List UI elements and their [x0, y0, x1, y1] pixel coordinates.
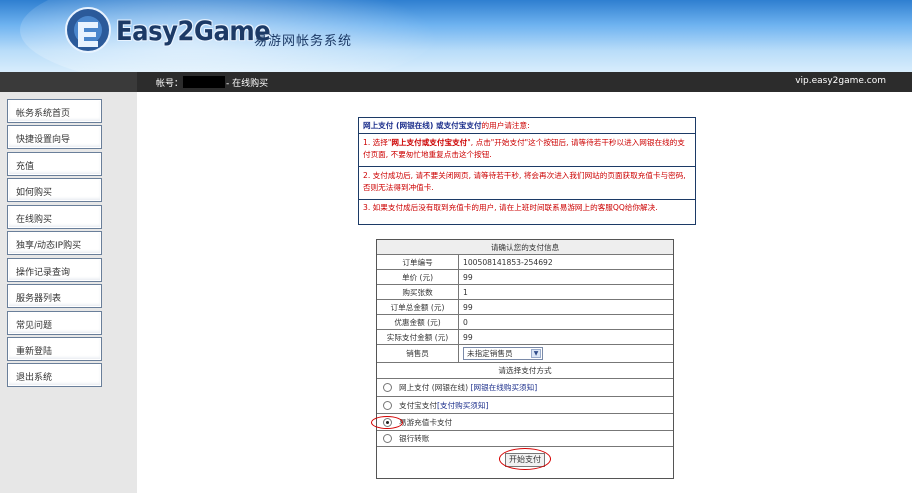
method-label: 银行转账: [399, 434, 430, 443]
table-row: 订单编号 100508141853-254692: [377, 254, 673, 269]
account-label: 帐号：: [156, 79, 184, 89]
payment-method-card[interactable]: 易游充值卡支付: [377, 413, 673, 430]
seller-selected-value: 未指定销售员: [467, 349, 513, 358]
payment-method-online-bank[interactable]: 网上支付 (网银在线) [网银在线购买须知]: [377, 378, 673, 396]
sidebar-item-label: 重新登陆: [16, 347, 53, 357]
row-label: 订单编号: [377, 255, 459, 269]
table-row: 销售员 未指定销售员 ▼: [377, 344, 673, 362]
order-number: 100508141853-254692: [463, 257, 553, 267]
notice-item-1-bold: 网上支付或支付宝支付: [391, 138, 468, 147]
row-label: 订单总金额 (元): [377, 300, 459, 314]
sidebar-item-label: 充值: [16, 162, 35, 172]
brand-name: Easy2Game: [116, 16, 271, 47]
unit-price: 99: [463, 272, 473, 282]
breadcrumb-current: - 在线购买: [226, 79, 269, 89]
sidebar-item-relogin[interactable]: 重新登陆: [7, 337, 102, 361]
row-label: 购买张数: [377, 285, 459, 299]
sidebar-item-dedicated-ip[interactable]: 独享/动态IP购买: [7, 231, 102, 255]
sidebar-item-label: 常见问题: [16, 321, 53, 331]
sidebar-item-label: 服务器列表: [16, 294, 62, 304]
notice-heading-bold: 网上支付 (网银在线) 或支付宝支付: [363, 121, 482, 130]
notice-heading-rest: 的用户请注意:: [481, 121, 530, 130]
payment-info-title: 请确认您的支付信息: [377, 240, 673, 254]
table-row: 实际支付金额 (元) 99: [377, 329, 673, 344]
notice-item-1: 1. 选择"网上支付或支付宝支付", 点击"开始支付"这个按钮后, 请等待若干秒…: [359, 133, 695, 166]
alipay-notice-link[interactable]: [支付购买须知]: [437, 400, 489, 411]
row-label: 实际支付金额 (元): [377, 330, 459, 344]
table-row: 订单总金额 (元) 99: [377, 299, 673, 314]
sidebar-item-label: 在线购买: [16, 215, 53, 225]
account-redacted: [183, 76, 225, 88]
sidebar-item-home[interactable]: 帐务系统首页: [7, 99, 102, 123]
sidebar-item-setup-wizard[interactable]: 快捷设置向导: [7, 125, 102, 149]
row-label: 单价 (元): [377, 270, 459, 284]
notice-item-1-pre: 1. 选择": [363, 138, 392, 147]
discount-amount: 0: [463, 317, 468, 327]
seller-label: 销售员: [377, 345, 459, 362]
account-bar: 帐号： - 在线购买 vip.easy2game.com: [0, 72, 912, 92]
order-total: 99: [463, 302, 473, 312]
chevron-down-icon[interactable]: ▼: [531, 349, 541, 358]
highlight-selected-radio: [371, 416, 403, 429]
site-host: vip.easy2game.com: [795, 76, 886, 86]
main-content: 网上支付 (网银在线) 或支付宝支付的用户请注意: 1. 选择"网上支付或支付宝…: [137, 92, 912, 493]
sidebar-item-label: 快捷设置向导: [16, 135, 71, 145]
sidebar-item-label: 如何购买: [16, 188, 53, 198]
highlight-pay-button: [499, 448, 551, 470]
table-row: 单价 (元) 99: [377, 269, 673, 284]
seller-select[interactable]: 未指定销售员 ▼: [463, 347, 543, 360]
payment-notice: 网上支付 (网银在线) 或支付宝支付的用户请注意: 1. 选择"网上支付或支付宝…: [358, 117, 696, 225]
sidebar-item-faq[interactable]: 常见问题: [7, 311, 102, 335]
method-label: 网上支付 (网银在线): [399, 383, 469, 392]
payment-method-alipay[interactable]: 支付宝支付 [支付购买须知]: [377, 396, 673, 413]
method-label: 易游充值卡支付: [399, 417, 453, 427]
sidebar-item-label: 退出系统: [16, 373, 53, 383]
notice-item-2: 2. 支付成功后, 请不要关闭网页, 请等待若干秒, 将会再次进入我们网站的页面…: [359, 166, 695, 199]
notice-heading: 网上支付 (网银在线) 或支付宝支付的用户请注意:: [359, 118, 695, 133]
radio-bank-transfer[interactable]: [383, 434, 392, 443]
table-row: 优惠金额 (元) 0: [377, 314, 673, 329]
quantity: 1: [463, 287, 468, 297]
account-bar-left-band: [0, 72, 137, 92]
radio-online-bank[interactable]: [383, 383, 392, 392]
sidebar-item-logout[interactable]: 退出系统: [7, 363, 102, 387]
sidebar-item-online-purchase[interactable]: 在线购买: [7, 205, 102, 229]
radio-alipay[interactable]: [383, 400, 392, 410]
sidebar-item-label: 操作记录查询: [16, 268, 71, 278]
online-bank-notice-link[interactable]: [网银在线购买须知]: [471, 382, 538, 393]
sidebar-item-history[interactable]: 操作记录查询: [7, 258, 102, 282]
row-label: 优惠金额 (元): [377, 315, 459, 329]
sidebar-item-recharge[interactable]: 充值: [7, 152, 102, 176]
actual-payment: 99: [463, 332, 473, 342]
system-subtitle: 易游网帐务系统: [254, 34, 353, 49]
payment-info-table: 请确认您的支付信息 订单编号 100508141853-254692 单价 (元…: [371, 239, 674, 479]
sidebar-item-how-to-buy[interactable]: 如何购买: [7, 178, 102, 202]
sidebar-item-servers[interactable]: 服务器列表: [7, 284, 102, 308]
header-banner: Easy2Game 易游网帐务系统: [0, 0, 912, 72]
sidebar-item-label: 帐务系统首页: [16, 109, 71, 119]
method-label: 支付宝支付: [399, 400, 437, 410]
sidebar-item-label: 独享/动态IP购买: [16, 241, 82, 251]
payment-method-title: 请选择支付方式: [377, 362, 673, 378]
table-row: 购买张数 1: [377, 284, 673, 299]
sidebar: 帐务系统首页 快捷设置向导 充值 如何购买 在线购买 独享/动态IP购买 操作记…: [0, 92, 137, 493]
easy2game-logo-icon: [65, 7, 111, 53]
payment-method-bank-transfer[interactable]: 银行转账: [377, 430, 673, 446]
notice-item-3: 3. 如果支付成后没有取到充值卡的用户, 请在上班时间联系易游网上的客服QQ给你…: [359, 199, 695, 226]
